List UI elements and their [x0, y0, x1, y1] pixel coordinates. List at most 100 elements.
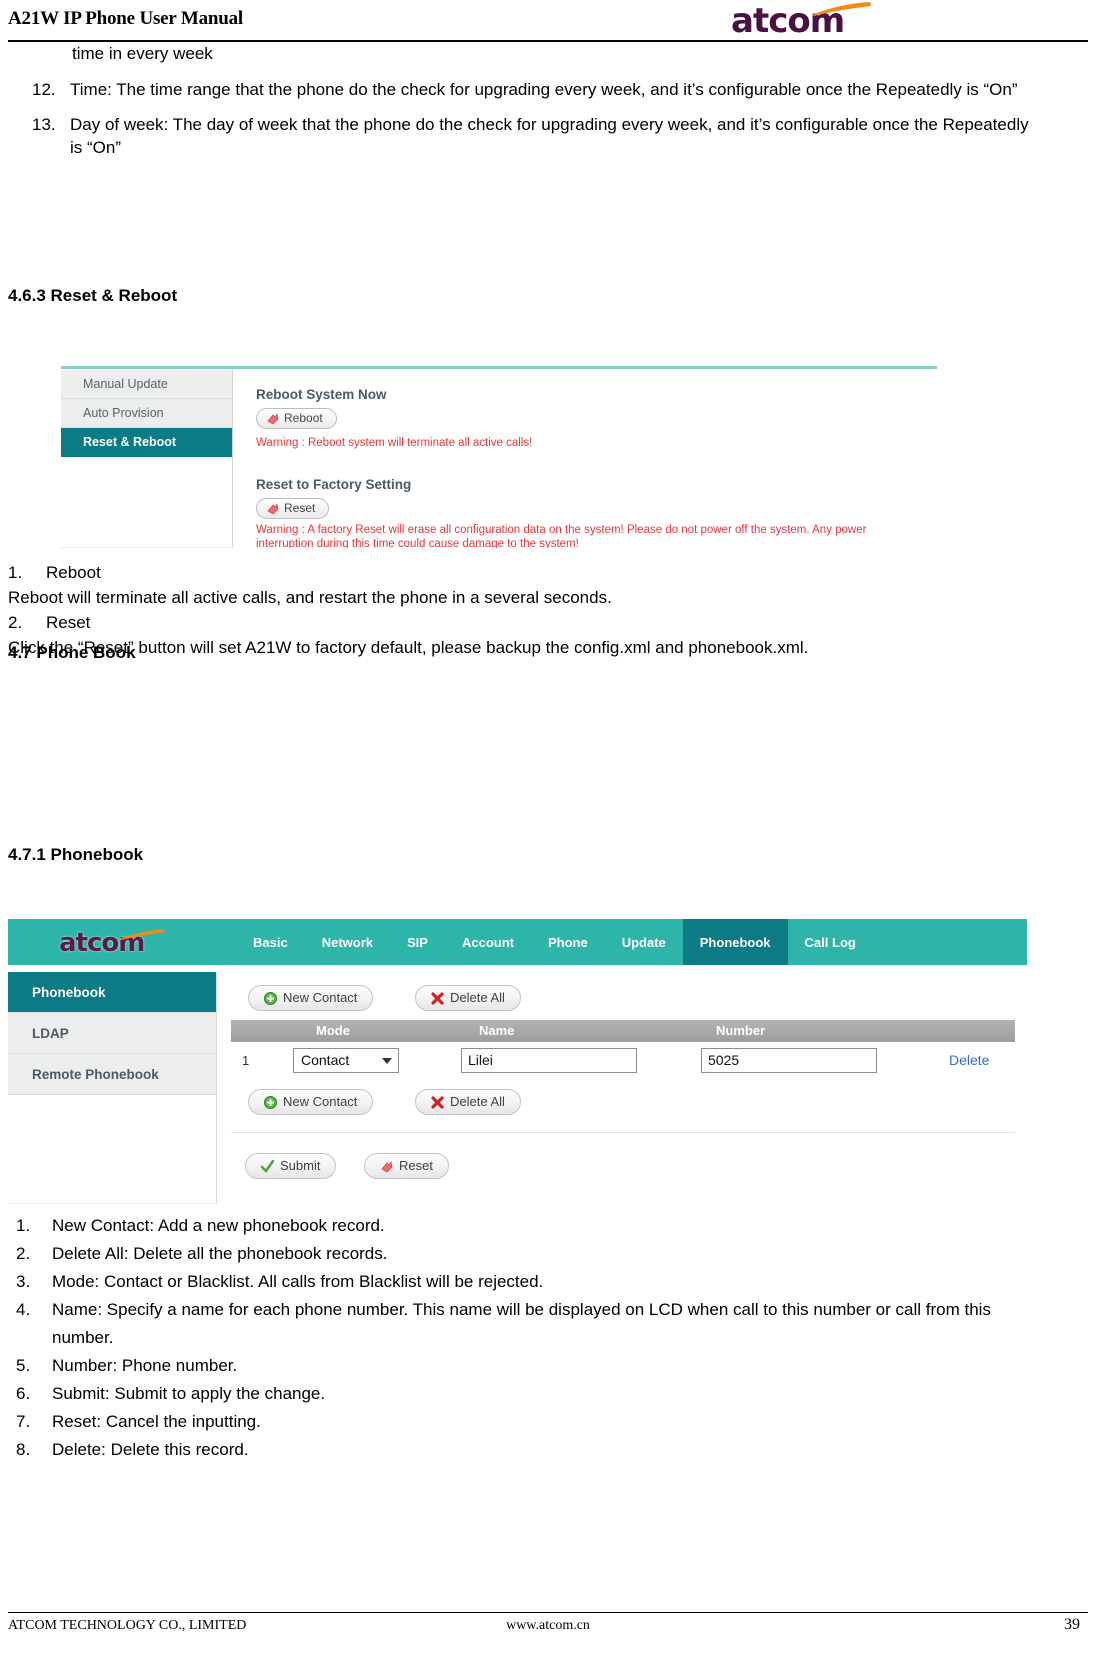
page-header: A21W IP Phone User Manual atcom [0, 0, 1096, 42]
tab-phone[interactable]: Phone [531, 919, 605, 965]
list-item-number: 5. [16, 1356, 31, 1375]
tab-basic[interactable]: Basic [236, 919, 305, 965]
new-contact-label: New Contact [283, 990, 358, 1005]
reset-item-label: Reset [46, 613, 91, 632]
plus-circle-icon [264, 1095, 277, 1109]
red-x-icon [431, 991, 444, 1005]
list-item-text: Day of week: The day of week that the ph… [70, 115, 1029, 157]
new-contact-button-top[interactable]: New Contact [248, 985, 374, 1011]
screenshot-top-rule [61, 366, 937, 369]
delete-all-label: Delete All [450, 990, 505, 1005]
footer-divider [8, 1612, 1088, 1613]
list-item-number: 2. [16, 1244, 31, 1263]
list-item: 3. Mode: Contact or Blacklist. All calls… [8, 1268, 1038, 1296]
reset-item-number: 2. [8, 613, 23, 632]
delete-row-link[interactable]: Delete [949, 1052, 989, 1068]
list-item-number: 3. [16, 1272, 31, 1291]
tab-sip[interactable]: SIP [390, 919, 445, 965]
tab-call-log[interactable]: Call Log [788, 919, 873, 965]
mode-select[interactable]: Contact [293, 1048, 399, 1073]
phonebook-sidebar: Phonebook LDAP Remote Phonebook [8, 972, 217, 1204]
new-contact-button-bottom[interactable]: New Contact [248, 1089, 374, 1115]
phonebook-description-list: 1. New Contact: Add a new phonebook reco… [8, 1212, 1038, 1464]
atcom-logo: atcom [59, 927, 169, 957]
reboot-button[interactable]: Reboot [256, 408, 337, 429]
list-item: 6. Submit: Submit to apply the change. [8, 1380, 1038, 1408]
table-row: 1 Contact Lilei 5025 Delete [231, 1046, 1015, 1078]
green-check-icon [261, 1159, 274, 1173]
phonebook-main-panel: New Contact Delete All Mode Name Number … [218, 972, 1027, 1204]
list-item: 8. Delete: Delete this record. [8, 1436, 1038, 1464]
section-heading-4-7: 4.7 Phone Book [8, 643, 136, 662]
name-input[interactable]: Lilei [461, 1048, 637, 1073]
list-item: 1. New Contact: Add a new phonebook reco… [8, 1212, 1038, 1240]
screenshot-reset-reboot: Manual Update Auto Provision Reset & Reb… [61, 366, 937, 548]
reset-button[interactable]: Reset [364, 1153, 449, 1179]
reset-heading: Reset to Factory Setting [256, 477, 412, 492]
reset-item: 2. Reset [8, 610, 1036, 635]
logo-swoosh-icon [810, 2, 872, 16]
reset-sidebar: Manual Update Auto Provision Reset & Reb… [61, 370, 233, 548]
continued-text: time in every week [72, 44, 213, 63]
phonebook-top-nav: atcom Basic Network SIP Account Phone Up… [8, 919, 1027, 965]
tab-phonebook[interactable]: Phonebook [682, 919, 788, 965]
list-item-text: Reset: Cancel the inputting. [52, 1412, 261, 1431]
list-item-text: Name: Specify a name for each phone numb… [52, 1300, 991, 1347]
list-item-text: Delete: Delete this record. [52, 1440, 249, 1459]
list-item-text: Time: The time range that the phone do t… [70, 80, 1018, 99]
logo-swoosh-icon [118, 927, 166, 940]
reset-button[interactable]: Reset [256, 498, 330, 519]
number-input[interactable]: 5025 [701, 1048, 877, 1073]
list-item-text: Submit: Submit to apply the change. [52, 1384, 326, 1403]
reboot-button-label: Reboot [284, 411, 323, 425]
submit-button[interactable]: Submit [245, 1153, 337, 1179]
phonebook-nav-tabs: Basic Network SIP Account Phone Update P… [236, 919, 873, 965]
list-item-text: Number: Phone number. [52, 1356, 238, 1375]
list-item-number: 4. [16, 1300, 31, 1319]
screenshot-phonebook: atcom Basic Network SIP Account Phone Up… [8, 919, 1027, 1204]
reboot-item: 1. Reboot [8, 560, 1036, 585]
sidebar-item-auto-provision[interactable]: Auto Provision [61, 399, 232, 428]
column-header-number: Number [716, 1023, 766, 1038]
list-item-number: 6. [16, 1384, 31, 1403]
reboot-item-label: Reboot [46, 563, 101, 582]
new-contact-label: New Contact [283, 1094, 358, 1109]
list-item-text: New Contact: Add a new phonebook record. [52, 1216, 385, 1235]
delete-all-button-bottom[interactable]: Delete All [415, 1089, 521, 1115]
reboot-heading: Reboot System Now [256, 387, 387, 402]
number-input-value: 5025 [708, 1052, 740, 1068]
delete-all-button-top[interactable]: Delete All [415, 985, 521, 1011]
mode-select-value: Contact [301, 1052, 350, 1068]
footer-website: www.atcom.cn [506, 1618, 590, 1633]
sidebar-item-ldap[interactable]: LDAP [8, 1013, 216, 1054]
sidebar-item-reset-reboot[interactable]: Reset & Reboot [61, 428, 232, 457]
list-item-number: 12. [32, 80, 56, 99]
sidebar-item-phonebook[interactable]: Phonebook [8, 972, 216, 1013]
reset-label: Reset [399, 1158, 433, 1173]
tab-account[interactable]: Account [445, 919, 531, 965]
tab-update[interactable]: Update [605, 919, 683, 965]
sidebar-item-manual-update[interactable]: Manual Update [61, 370, 232, 399]
plus-circle-icon [264, 991, 277, 1005]
column-header-mode: Mode [316, 1023, 350, 1038]
list-item-number: 8. [16, 1440, 31, 1459]
reset-warning-text: Warning : A factory Reset will erase all… [256, 524, 867, 548]
sidebar-empty-space [8, 1095, 216, 1203]
row-index: 1 [242, 1053, 250, 1068]
list-item: 5. Number: Phone number. [8, 1352, 1038, 1380]
reset-main-panel: Reboot System Now Reboot Warning : Reboo… [234, 370, 937, 548]
hand-pointer-icon [266, 502, 279, 515]
list-item-number: 1. [16, 1216, 31, 1235]
manual-title: A21W IP Phone User Manual [8, 8, 243, 29]
tab-network[interactable]: Network [305, 919, 390, 965]
panel-divider [231, 1132, 1015, 1133]
red-x-icon [431, 1095, 444, 1109]
reset-item-description: Click the “Reset” button will set A21W t… [8, 638, 809, 657]
name-input-value: Lilei [468, 1052, 493, 1068]
reboot-item-number: 1. [8, 563, 23, 582]
list-item-number: 13. [32, 115, 56, 134]
reboot-item-description: Reboot will terminate all active calls, … [8, 588, 612, 607]
list-item: 13. Day of week: The day of week that th… [16, 113, 1032, 159]
sidebar-item-remote-phonebook[interactable]: Remote Phonebook [8, 1054, 216, 1095]
list-item: 12. Time: The time range that the phone … [16, 78, 1032, 101]
